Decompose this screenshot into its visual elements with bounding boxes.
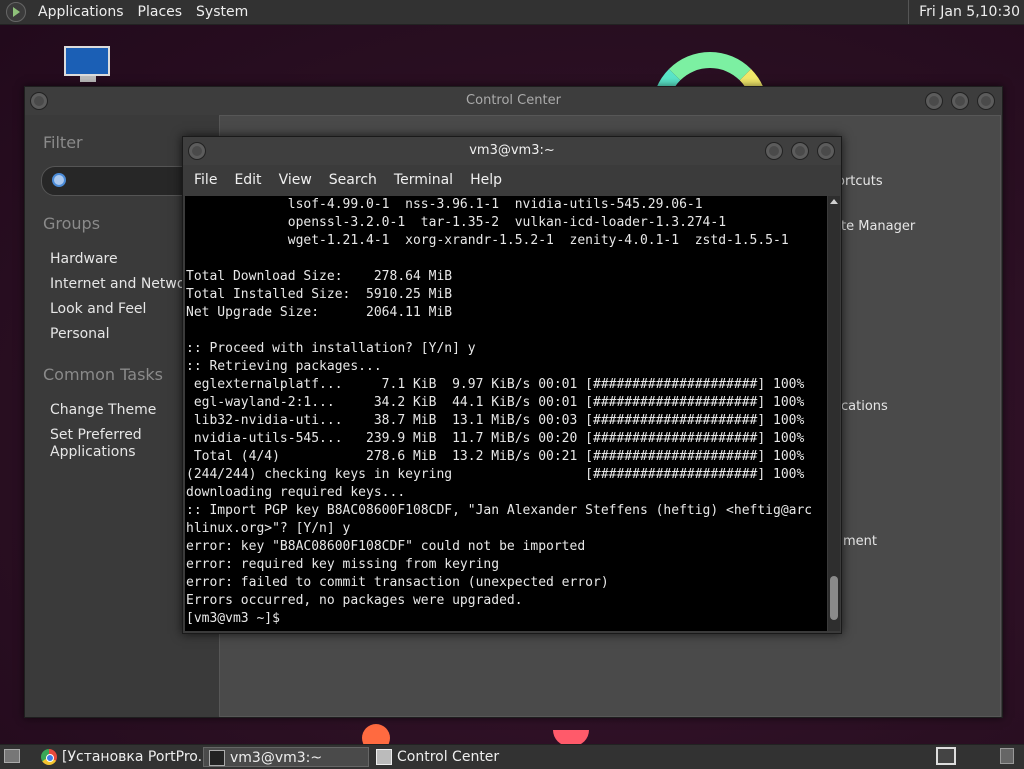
show-desktop-icon[interactable] [4,749,20,763]
menu-search[interactable]: Search [329,172,377,188]
terminal-title: vm3@vm3:~ [469,143,555,158]
group-hardware[interactable]: Hardware [50,251,118,268]
menu-edit[interactable]: Edit [234,172,261,188]
minimize-button[interactable] [925,92,943,110]
control-center-titlebar[interactable]: Control Center [25,87,1002,115]
menu-applications[interactable]: Applications [36,4,126,20]
menu-help[interactable]: Help [470,172,502,188]
menu-terminal[interactable]: Terminal [394,172,453,188]
clock[interactable]: Fri Jan 5,10:30 [908,0,1020,24]
task-control-center-label: Control Center [397,749,500,765]
workspace-switcher-icon[interactable] [936,747,956,765]
task-browser-label: [Установка PortPro... [62,749,202,765]
search-icon [52,173,66,187]
close-button[interactable] [817,142,835,160]
task-terminal[interactable]: vm3@vm3:~ [203,747,369,767]
group-personal[interactable]: Personal [50,326,110,343]
filter-heading: Filter [43,133,83,152]
partial-item-applications[interactable]: cations [841,399,888,414]
task-change-theme[interactable]: Change Theme [50,402,156,419]
terminal-text[interactable]: lsof-4.99.0-1 nss-3.96.1-1 nvidia-utils-… [185,196,827,628]
computer-icon[interactable] [64,46,112,82]
task-control-center[interactable]: Control Center [371,747,537,767]
group-internet-network[interactable]: Internet and Network [50,276,199,293]
terminal-scrollbar[interactable] [828,196,840,631]
common-tasks-heading: Common Tasks [43,365,164,384]
group-look-and-feel[interactable]: Look and Feel [50,301,146,318]
menu-system[interactable]: System [194,4,250,20]
close-button[interactable] [977,92,995,110]
maximize-button[interactable] [791,142,809,160]
partial-item-manager[interactable]: te Manager [841,219,915,234]
mate-menu-icon[interactable] [6,2,26,22]
bottom-panel: [Установка PortPro... vm3@vm3:~ Control … [0,744,1024,769]
scroll-up-arrow-icon[interactable] [830,199,838,204]
control-center-icon [376,749,392,765]
groups-heading: Groups [43,214,101,233]
minimize-button[interactable] [765,142,783,160]
maximize-button[interactable] [951,92,969,110]
top-panel: Applications Places System Fri Jan 5,10:… [0,0,1024,25]
chrome-icon [41,749,57,765]
task-set-preferred-applications[interactable]: Set Preferred Applications [50,427,142,461]
terminal-icon [209,750,225,766]
terminal-output[interactable]: lsof-4.99.0-1 nss-3.96.1-1 nvidia-utils-… [185,196,827,631]
trash-icon[interactable] [1000,748,1014,764]
task-terminal-label: vm3@vm3:~ [230,750,323,766]
terminal-window: vm3@vm3:~ File Edit View Search Terminal… [182,136,842,634]
window-title: Control Center [466,93,561,108]
menu-view[interactable]: View [279,172,312,188]
partial-item-shortcuts[interactable]: ortcuts [837,174,883,189]
terminal-titlebar[interactable]: vm3@vm3:~ [183,137,841,165]
scrollbar-thumb[interactable] [830,576,838,620]
terminal-menubar: File Edit View Search Terminal Help [183,165,841,195]
task-browser[interactable]: [Установка PortPro... [36,747,202,767]
partial-item-management[interactable]: ment [843,534,877,549]
menu-places[interactable]: Places [136,4,185,20]
menu-file[interactable]: File [194,172,217,188]
